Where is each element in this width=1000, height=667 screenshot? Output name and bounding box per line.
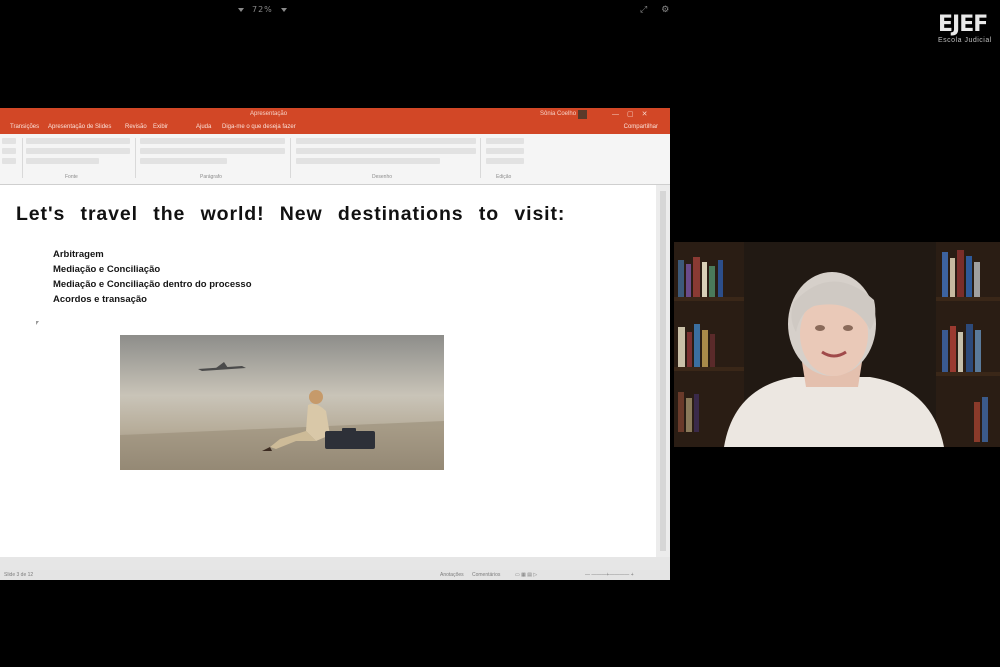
logo-brand: EJEF bbox=[938, 12, 988, 37]
paragraph-group[interactable] bbox=[140, 138, 285, 170]
status-bar: Slide 3 de 12 Anotações Comentários ▭ ▦ … bbox=[0, 570, 670, 580]
zoom-in-icon[interactable] bbox=[280, 7, 287, 12]
tab-exibir[interactable]: Exibir bbox=[153, 124, 168, 130]
mouse-cursor-icon bbox=[36, 321, 39, 325]
tab-ajuda[interactable]: Ajuda bbox=[196, 124, 211, 130]
fit-screen-icon[interactable]: ⤢ bbox=[640, 4, 647, 14]
zoom-level: 72% bbox=[252, 5, 273, 14]
powerpoint-window: Apresentação Sônia Coelho —▢✕ Transições… bbox=[0, 108, 670, 580]
scrollbar-thumb[interactable] bbox=[660, 191, 666, 551]
ribbon-group-label-paragraph: Parágrafo bbox=[200, 174, 222, 180]
slide-title[interactable]: Let's travel the world! New destinations… bbox=[16, 203, 565, 226]
notes-button[interactable]: Anotações bbox=[440, 572, 464, 578]
zoom-out-icon[interactable] bbox=[238, 7, 244, 12]
window-controls-icon[interactable]: —▢✕ bbox=[612, 110, 655, 118]
bullet-item: Mediação e Conciliação bbox=[53, 264, 161, 275]
drawing-group[interactable] bbox=[296, 138, 476, 170]
bookshelf-left bbox=[674, 242, 744, 447]
webcam-video-presenter bbox=[674, 242, 1000, 447]
clipboard-group[interactable] bbox=[2, 138, 16, 170]
suitcase-icon bbox=[325, 431, 375, 449]
presenter-video-frame bbox=[674, 242, 1000, 447]
zoom-slider[interactable]: — ———+———— + bbox=[585, 572, 634, 578]
window-title-bar: Apresentação Sônia Coelho —▢✕ bbox=[0, 108, 670, 122]
ribbon-group-label-font: Fonte bbox=[65, 174, 78, 180]
bookshelf-right bbox=[936, 242, 1000, 447]
user-avatar[interactable] bbox=[578, 110, 587, 119]
slide-photo-traveler[interactable] bbox=[120, 335, 444, 470]
slide-editor-area: Let's travel the world! New destinations… bbox=[0, 185, 670, 570]
bullet-item: Mediação e Conciliação dentro do process… bbox=[53, 279, 252, 290]
editing-group[interactable] bbox=[486, 138, 524, 170]
slide-canvas[interactable]: Let's travel the world! New destinations… bbox=[0, 185, 656, 557]
slide-counter: Slide 3 de 12 bbox=[4, 572, 34, 578]
ribbon-group-label-drawing: Desenho bbox=[372, 174, 393, 180]
logo-subtitle: Escola Judicial bbox=[938, 37, 992, 44]
view-buttons-icon[interactable]: ▭ ▦ ▤ ▷ bbox=[515, 572, 537, 578]
zoom-control[interactable]: 72% bbox=[238, 5, 287, 14]
bullet-item: Arbitragem bbox=[53, 249, 104, 260]
tab-revisao[interactable]: Revisão bbox=[125, 124, 147, 130]
ribbon-toolbar: Fonte Parágrafo Desenho Edição bbox=[0, 134, 670, 185]
font-group[interactable] bbox=[26, 138, 130, 170]
tab-apresentacao-slides[interactable]: Apresentação de Slides bbox=[48, 124, 111, 130]
document-title: Apresentação bbox=[250, 111, 288, 117]
view-controls: ⤢ ⚙ bbox=[640, 4, 683, 15]
share-button[interactable]: Compartilhar bbox=[624, 124, 658, 130]
ribbon-group-label-editing: Edição bbox=[496, 174, 512, 180]
tab-transicoes[interactable]: Transições bbox=[10, 124, 39, 130]
options-icon[interactable]: ⚙ bbox=[661, 4, 669, 14]
slide-bullet-list[interactable]: Arbitragem Mediação e Conciliação Mediaç… bbox=[53, 247, 252, 307]
bullet-item: Acordos e transação bbox=[53, 294, 147, 305]
comments-button[interactable]: Comentários bbox=[472, 572, 500, 578]
user-name[interactable]: Sônia Coelho bbox=[540, 111, 576, 117]
traveler-image bbox=[120, 335, 444, 470]
meeting-top-bar: 72% ⤢ ⚙ bbox=[0, 0, 1000, 22]
tell-me-search[interactable]: Diga-me o que deseja fazer bbox=[222, 124, 296, 130]
ejef-watermark-logo: EJEF Escola Judicial bbox=[938, 12, 992, 45]
vertical-scrollbar[interactable] bbox=[656, 185, 670, 557]
ribbon-tabs: Transições Apresentação de Slides Revisã… bbox=[0, 122, 670, 134]
